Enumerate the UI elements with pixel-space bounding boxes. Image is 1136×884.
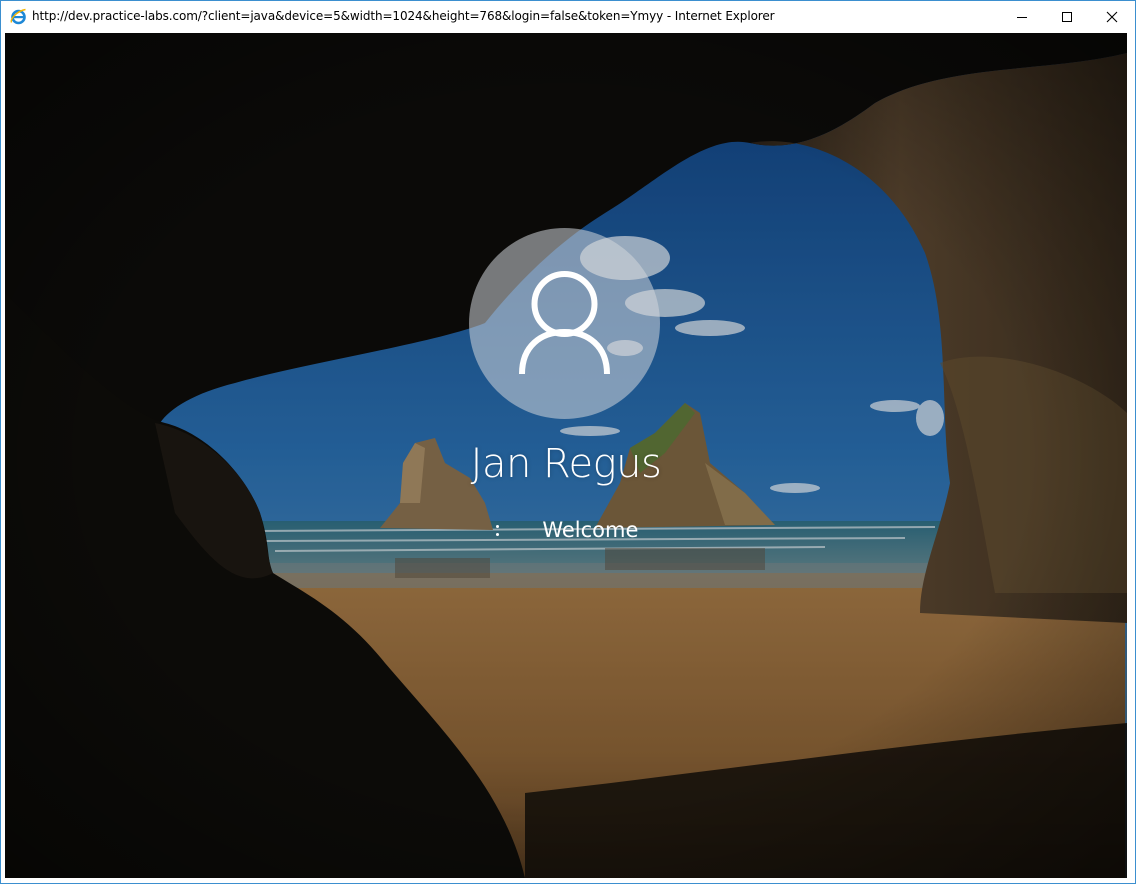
browser-window: http://dev.practice-labs.com/?client=jav…	[0, 0, 1136, 884]
minimize-button[interactable]	[999, 1, 1045, 32]
close-icon	[1106, 11, 1118, 22]
user-avatar	[469, 228, 660, 419]
user-name: Jan Regus	[470, 441, 662, 487]
loading-spinner-icon	[494, 521, 502, 541]
user-icon	[519, 271, 610, 375]
close-button[interactable]	[1089, 1, 1135, 32]
minimize-icon	[1017, 16, 1027, 18]
status-text: Welcome	[542, 518, 639, 542]
maximize-icon	[1062, 11, 1072, 22]
internet-explorer-icon	[10, 8, 27, 25]
maximize-button[interactable]	[1044, 1, 1090, 32]
title-bar[interactable]: http://dev.practice-labs.com/?client=jav…	[1, 1, 1135, 32]
remote-desktop-view[interactable]: Jan Regus Welcome	[5, 33, 1127, 878]
sign-in-status: Welcome	[5, 518, 1127, 542]
window-title: http://dev.practice-labs.com/?client=jav…	[32, 9, 775, 23]
